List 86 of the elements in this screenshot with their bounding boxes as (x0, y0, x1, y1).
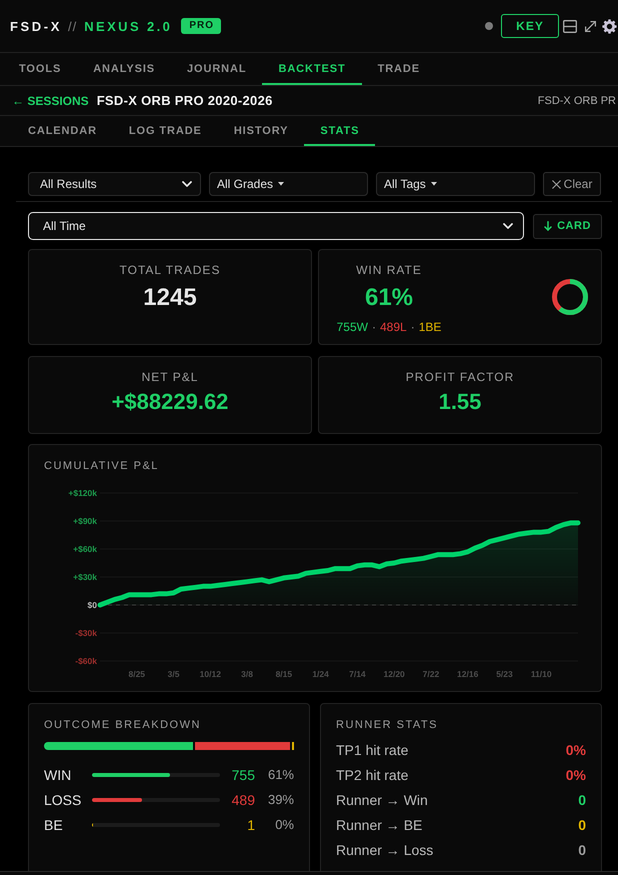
runner-label: TP2 hit rate (336, 766, 408, 782)
outcome-count: 1BE (418, 319, 442, 335)
runner-value: 0 (578, 816, 586, 832)
caret-down-icon (430, 182, 437, 186)
y-axis-label: +$90k (73, 516, 97, 526)
x-axis-label: 11/10 (530, 669, 552, 679)
x-axis-label: 8/25 (128, 669, 146, 679)
sessions-link[interactable]: ← SESSIONS (12, 94, 89, 108)
dot-separator: · (372, 319, 376, 335)
status-dot-icon (485, 22, 493, 30)
stat-label: NET P&L (142, 370, 198, 384)
filter-dropdown[interactable]: All Grades (209, 172, 368, 196)
main-tab[interactable]: TRADE (362, 53, 436, 85)
sub-tab[interactable]: STATS (304, 116, 376, 146)
stat-label: TOTAL TRADES (120, 263, 220, 277)
key-button[interactable]: KEY (501, 14, 559, 38)
expand-icon[interactable] (585, 20, 596, 32)
outcome-count: 755 (230, 766, 255, 782)
x-axis-label: 5/23 (496, 669, 513, 679)
main-tab[interactable]: ANALYSIS (77, 53, 172, 85)
session-label: FSD-X ORB PR (538, 94, 616, 106)
settings-icon[interactable] (602, 18, 617, 34)
outcome-count: 755W (336, 319, 368, 335)
brand-separator: // (68, 18, 78, 34)
chevron-down-icon (182, 181, 192, 187)
main-tab[interactable]: TOOLS (3, 53, 78, 85)
outcome-count: 489 (230, 792, 255, 808)
runner-value: 0 (578, 792, 586, 808)
x-axis-label: 3/8 (241, 669, 253, 679)
x-axis-label: 12/16 (457, 669, 478, 679)
x-axis-label: 10/12 (200, 669, 221, 679)
down-arrow-icon (544, 221, 552, 231)
stat-label: PROFIT FACTOR (406, 370, 514, 384)
main-tab[interactable]: JOURNAL (171, 53, 262, 85)
close-icon (552, 180, 561, 188)
caret-down-icon (278, 182, 284, 186)
card-button[interactable]: CARD (533, 214, 602, 238)
runner-value: 0% (566, 766, 586, 782)
x-axis-label: 1/24 (312, 669, 329, 679)
filter-dropdown[interactable]: All Tags (376, 172, 535, 196)
sub-tab[interactable]: HISTORY (218, 116, 304, 146)
y-axis-label: +$60k (73, 544, 97, 554)
outcome-percent: 0% (274, 817, 294, 832)
card-title: RUNNER STATS (336, 718, 438, 732)
x-axis-label: 7/14 (349, 669, 366, 679)
runner-label: Runner → Loss (336, 842, 434, 858)
chevron-down-icon (503, 223, 513, 229)
outcome-percent: 61% (266, 767, 294, 782)
sub-tab[interactable]: CALENDAR (12, 116, 113, 146)
period-select[interactable]: All Time (28, 212, 524, 240)
card-title: OUTCOME BREAKDOWN (44, 718, 201, 732)
stat-value: 61% (364, 284, 414, 312)
y-axis-label: +$120k (68, 488, 97, 498)
session-title: FSD-X ORB PRO 2020-2026 (96, 93, 273, 108)
y-axis-label: -$60k (75, 656, 97, 666)
outcome-label: WIN (44, 766, 72, 782)
y-axis-label: $0 (88, 600, 97, 610)
y-axis-label: +$30k (73, 572, 97, 582)
outcome-count: 1 (246, 816, 255, 832)
x-axis-label: 7/22 (422, 669, 440, 679)
y-axis-label: -$30k (75, 628, 97, 638)
dot-separator: · (410, 319, 415, 335)
outcome-count: 489L (380, 319, 407, 335)
runner-value: 0% (566, 742, 586, 758)
runner-label: TP1 hit rate (336, 742, 408, 758)
outcome-percent: 39% (266, 792, 294, 807)
runner-label: Runner → BE (336, 816, 422, 832)
stat-label: WIN RATE (356, 263, 422, 277)
x-axis-label: 3/5 (168, 669, 180, 679)
stat-value: +$88229.62 (112, 389, 228, 415)
outcome-label: LOSS (44, 792, 82, 808)
stat-value: 1245 (143, 284, 197, 312)
stat-value: 1.55 (438, 389, 482, 415)
filter-select[interactable]: All Results (28, 172, 201, 196)
sub-tab[interactable]: LOG TRADE (112, 116, 218, 146)
chart-title: CUMULATIVE P&L (44, 459, 159, 473)
clear-button[interactable]: Clear (543, 172, 601, 196)
product-name: NEXUS 2.0 (84, 18, 172, 34)
split-panel-icon[interactable] (563, 20, 577, 32)
pro-badge: PRO (181, 18, 221, 34)
brand-name: FSD-X (10, 18, 62, 34)
runner-value: 0 (578, 842, 586, 858)
x-axis-label: 12/20 (384, 669, 405, 679)
x-axis-label: 8/15 (276, 669, 292, 679)
outcome-label: BE (44, 816, 64, 832)
runner-label: Runner → Win (336, 792, 428, 808)
